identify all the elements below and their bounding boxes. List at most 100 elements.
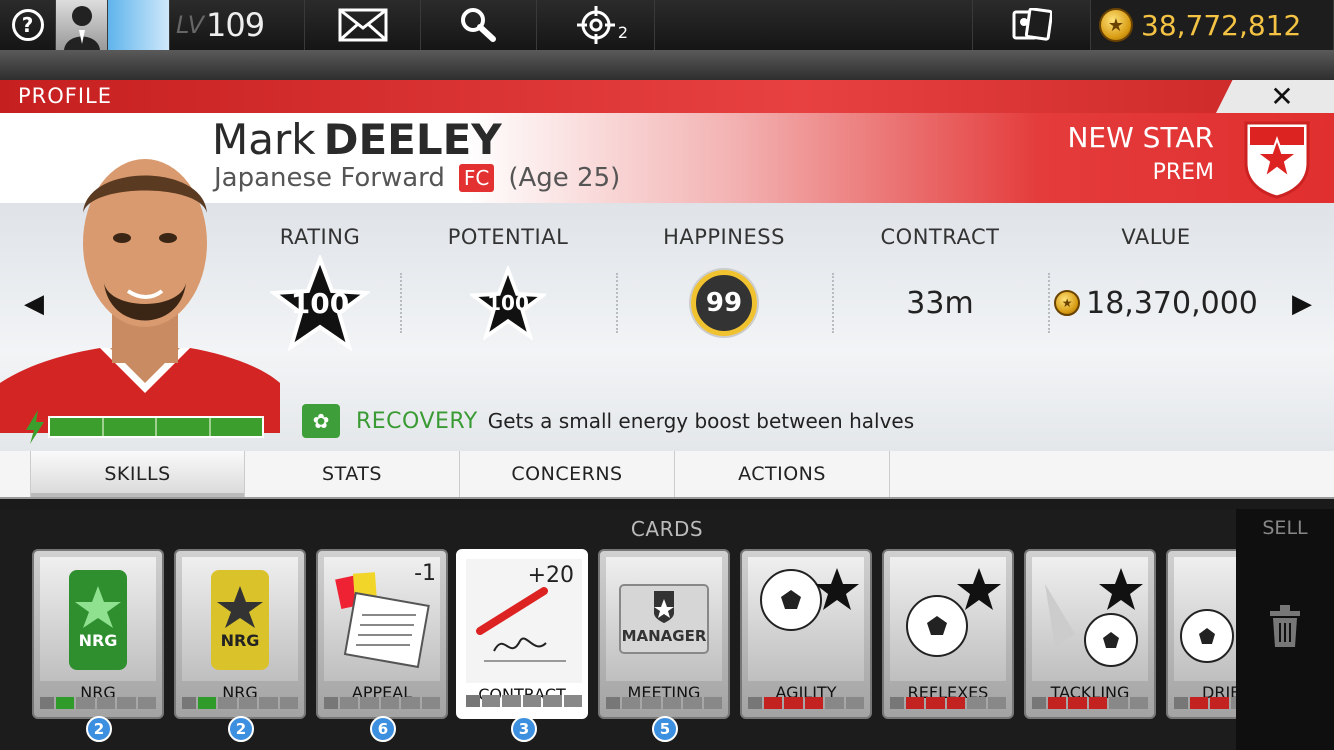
svg-text:NRG: NRG <box>221 631 260 650</box>
cards-button[interactable] <box>973 0 1091 50</box>
happiness-value-wrap: 99 <box>616 263 832 343</box>
potential-value: 100 <box>487 291 529 315</box>
card-count-badge: 6 <box>370 716 396 742</box>
card-count-badge: 2 <box>86 716 112 742</box>
card-count-badge: 2 <box>228 716 254 742</box>
coin-balance: 38,772,812 <box>1141 8 1302 42</box>
cards-title: CARDS <box>630 517 704 541</box>
potential-label: POTENTIAL <box>447 225 569 249</box>
svg-text:MANAGER: MANAGER <box>622 627 707 645</box>
card-appeal[interactable]: -1 APPEAL <box>316 549 448 719</box>
level-display: LV 109 <box>170 0 305 50</box>
sell-panel[interactable]: SELL <box>1236 509 1334 750</box>
card-count-badge: 5 <box>652 716 678 742</box>
cards-section: CARDS NRG NRG 2 NRG NRG 2 -1 APPEAL 6 +2… <box>0 509 1334 750</box>
coin-icon: ★ <box>1099 8 1133 42</box>
value-value-wrap: ★ 18,370,000 <box>1048 263 1264 343</box>
contract-label: CONTRACT <box>880 225 1000 249</box>
profile-badge[interactable] <box>108 0 170 50</box>
svg-text:NRG: NRG <box>79 631 118 650</box>
mail-button[interactable] <box>305 0 421 50</box>
happiness-stat: HAPPINESS 99 <box>616 225 832 343</box>
trash-icon <box>1270 605 1300 647</box>
manager-plaque-icon: MANAGER <box>619 584 709 654</box>
potential-stat: POTENTIAL 100 <box>400 225 616 343</box>
top-bar-spacer <box>655 0 973 50</box>
help-button[interactable]: ? <box>0 0 56 50</box>
card-energy-bar <box>606 697 724 709</box>
coin-icon: ★ <box>1054 290 1081 316</box>
help-icon: ? <box>11 9 44 41</box>
trait-description: Gets a small energy boost between halves <box>487 409 915 433</box>
next-player-arrow-icon[interactable]: ▶ <box>1292 289 1312 319</box>
card-energy-bar <box>40 697 158 709</box>
card-agility[interactable]: AGILITY <box>740 549 872 719</box>
potential-star-icon: 100 <box>470 266 546 340</box>
profile-title: PROFILE <box>18 84 113 108</box>
tab-concerns[interactable]: CONCERNS <box>460 451 675 497</box>
search-button[interactable] <box>421 0 537 50</box>
top-bar: ? LV 109 2 ★ 38,772,812 <box>0 0 1334 50</box>
manager-avatar[interactable] <box>56 0 108 50</box>
lightning-icon <box>26 410 44 444</box>
value-label: VALUE <box>1121 225 1191 249</box>
league-name-line1: NEW STAR <box>1067 121 1214 154</box>
manager-silhouette-icon <box>63 6 100 50</box>
level-label: LV <box>176 11 205 39</box>
card-energy-bar <box>890 697 1008 709</box>
contract-value: 33m <box>906 285 974 321</box>
football-icon <box>906 568 1001 657</box>
card-energy-bar <box>748 697 866 709</box>
player-value: 18,370,000 <box>1086 285 1258 321</box>
tab-skills[interactable]: SKILLS <box>30 451 245 497</box>
card-picture <box>748 557 864 681</box>
energy-bar <box>24 410 264 444</box>
card-energy-bar <box>466 695 584 707</box>
energy-meter <box>48 416 264 438</box>
recovery-award-icon: ✿ <box>302 404 340 438</box>
card-energy-bar <box>324 697 442 709</box>
football-icon <box>1045 568 1143 667</box>
card-picture <box>1032 557 1148 681</box>
card-modifier: -1 <box>414 561 436 586</box>
league-info: NEW STAR PREM <box>1067 121 1214 185</box>
card-picture <box>890 557 1006 681</box>
search-icon <box>460 8 496 42</box>
team-badge: FC <box>458 164 495 192</box>
card-nrg[interactable]: NRG NRG <box>174 549 306 719</box>
football-icon <box>760 568 859 631</box>
card-reflexes[interactable]: REFLEXES <box>882 549 1014 719</box>
tab-stats[interactable]: STATS <box>245 451 460 497</box>
cards-icon <box>1012 8 1052 41</box>
card-count-badge: 3 <box>511 716 537 742</box>
scouting-button[interactable]: 2 <box>537 0 655 50</box>
league-name-line2: PREM <box>1152 160 1214 185</box>
card-tackling[interactable]: TACKLING <box>1024 549 1156 719</box>
league-shield-icon <box>1244 121 1310 199</box>
happiness-label: HAPPINESS <box>663 225 785 249</box>
rating-value: 100 <box>290 287 350 320</box>
player-portrait <box>0 159 280 433</box>
close-button[interactable]: ✕ <box>1216 80 1334 113</box>
level-value: 109 <box>206 6 265 44</box>
game-screen: ? LV 109 2 ★ 38,772,812 PROFILE ✕ Mark D… <box>0 0 1334 750</box>
card-energy-bar <box>182 697 300 709</box>
player-last-name: DEELEY <box>323 115 502 164</box>
potential-value-wrap: 100 <box>400 263 616 343</box>
card-picture: NRG <box>182 557 298 681</box>
mail-icon <box>338 8 387 42</box>
profile-tabs: SKILLS STATS CONCERNS ACTIONS <box>0 451 1334 499</box>
scouting-count: 2 <box>617 23 628 42</box>
card-nrg[interactable]: NRG NRG <box>32 549 164 719</box>
trait-name: RECOVERY <box>356 408 478 434</box>
player-age: (Age 25) <box>508 163 621 193</box>
coins-display[interactable]: ★ 38,772,812 <box>1091 0 1334 50</box>
tab-actions[interactable]: ACTIONS <box>675 451 890 497</box>
energy-drink-can-icon: NRG <box>211 570 269 670</box>
card-meeting[interactable]: MANAGER MEETING <box>598 549 730 719</box>
happiness-value: 99 <box>691 270 757 336</box>
target-icon <box>576 6 615 44</box>
card-contract[interactable]: +20 CONTRACT <box>456 549 588 719</box>
card-modifier: +20 <box>527 563 574 588</box>
energy-drink-can-icon: NRG <box>69 570 127 670</box>
